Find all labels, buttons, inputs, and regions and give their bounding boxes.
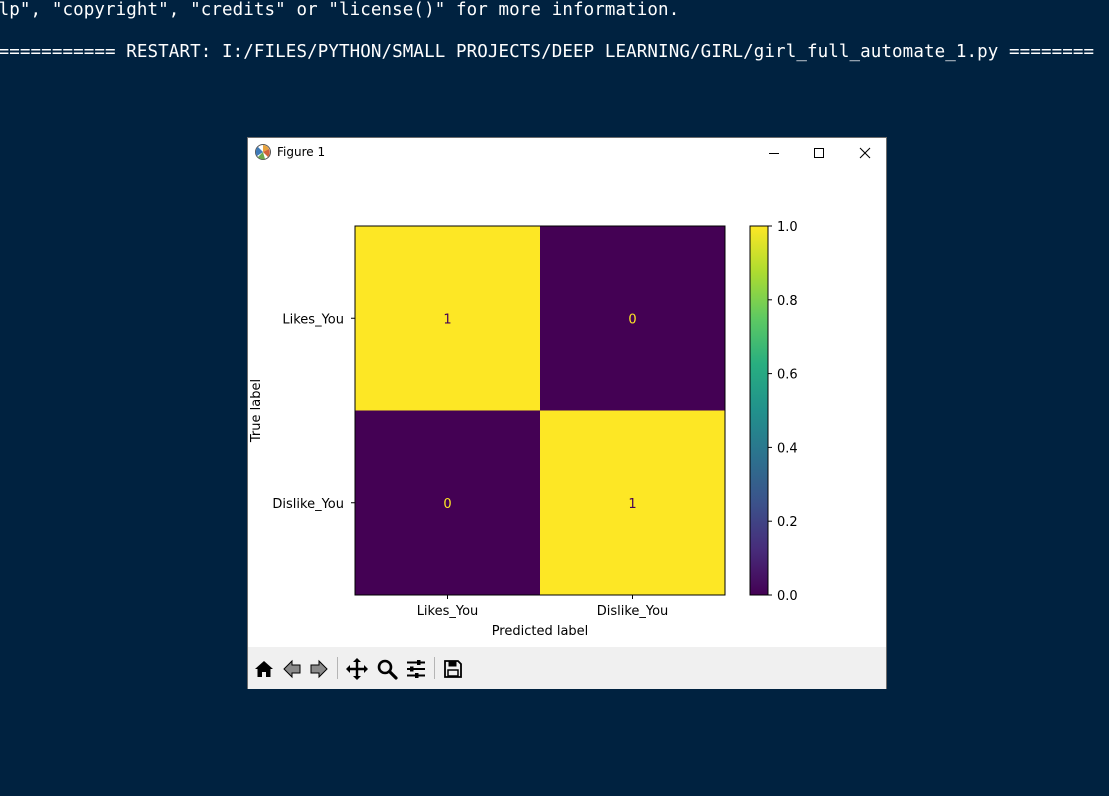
colorbar-tick-label: 1.0 [777, 220, 798, 235]
y-tick-label: Likes_You [282, 312, 344, 327]
colorbar-tick-label: 0.6 [777, 368, 798, 383]
cell-value-label: 0 [443, 497, 451, 512]
minimize-button[interactable] [751, 138, 796, 168]
y-axis-label: True label [249, 379, 264, 443]
cell-value-label: 1 [443, 312, 451, 327]
toolbar-separator [337, 657, 338, 679]
close-button[interactable] [842, 138, 887, 168]
forward-button[interactable] [306, 656, 332, 682]
window-titlebar[interactable]: Figure 1 [248, 138, 886, 168]
matplotlib-logo-icon [255, 144, 271, 160]
toolbar-separator [434, 657, 435, 679]
home-icon [255, 661, 273, 677]
colorbar-tick-label: 0.8 [777, 294, 798, 309]
y-tick-labels: Likes_You Dislike_You [272, 312, 355, 512]
back-button[interactable] [279, 656, 305, 682]
pan-icon [346, 658, 368, 680]
colorbar-tick-label: 0.2 [777, 515, 798, 530]
minimize-icon [768, 153, 779, 154]
save-button[interactable] [440, 656, 466, 682]
x-axis-label: Predicted label [492, 624, 589, 639]
navigation-toolbar [248, 647, 886, 689]
save-icon [444, 660, 462, 678]
heatmap-cells: 1 0 0 1 [355, 226, 725, 595]
maximize-button[interactable] [796, 138, 841, 168]
colorbar-ticks: 0.0 0.2 0.4 0.6 0.8 1.0 [768, 220, 798, 604]
zoom-icon [377, 659, 398, 680]
cell-value-label: 0 [628, 312, 636, 327]
maximize-icon [813, 148, 824, 158]
x-tick-label: Likes_You [417, 604, 479, 619]
figure-window: Figure 1 1001 Likes_You Dislike_You Like… [247, 137, 887, 689]
pan-button[interactable] [344, 656, 370, 682]
x-tick-labels: Likes_You Dislike_You [417, 595, 669, 619]
y-tick-label: Dislike_You [272, 497, 344, 512]
forward-arrow-icon [310, 659, 328, 679]
x-tick-label: Dislike_You [597, 604, 669, 619]
zoom-button[interactable] [374, 656, 400, 682]
configure-subplots-button[interactable] [403, 656, 429, 682]
confusion-matrix-plot: 1 0 0 1 Likes_You Dislike_You Likes_You Disli… [249, 220, 798, 639]
colorbar-tick-label: 0.4 [777, 441, 798, 456]
close-icon [859, 147, 870, 159]
back-arrow-icon [283, 659, 301, 679]
cell-value-label: 1 [628, 497, 636, 512]
home-button[interactable] [251, 656, 277, 682]
shell-restart-line: ============ RESTART: I:/FILES/PYTHON/SM… [0, 42, 1095, 62]
shell-output-line: elp", "copyright", "credits" or "license… [0, 0, 680, 20]
colorbar [749, 225, 769, 596]
colorbar-tick-label: 0.0 [777, 589, 798, 604]
configure-subplots-icon [407, 660, 425, 678]
window-title: Figure 1 [277, 145, 326, 159]
